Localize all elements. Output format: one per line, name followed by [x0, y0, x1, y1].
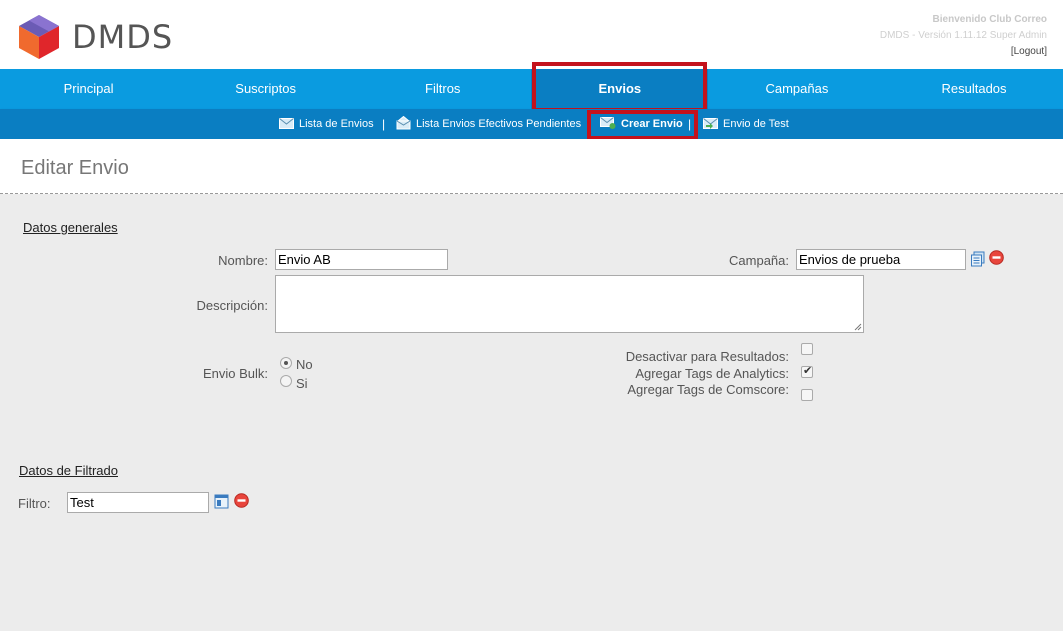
nav-campanas[interactable]: Campañas [708, 69, 885, 109]
tags-comscore-label: Agregar Tags de Comscore: [627, 382, 789, 397]
envelope-icon [279, 117, 294, 129]
remove-filtro-icon[interactable] [234, 493, 249, 508]
main-nav: Principal Suscriptos Filtros Envios Camp… [0, 69, 1063, 109]
descripcion-textarea[interactable] [275, 275, 864, 333]
logout-link[interactable]: [Logout] [880, 44, 1047, 60]
nav-envios[interactable]: Envios [531, 69, 709, 109]
new-envelope-icon [600, 117, 616, 130]
subnav-lista-pendientes-label: Lista Envios Efectivos Pendientes [416, 118, 582, 130]
subnav-envio-test[interactable]: Envio de Test [703, 109, 789, 139]
nav-suscriptos[interactable]: Suscriptos [177, 69, 354, 109]
bulk-si-label: Si [296, 376, 308, 391]
subnav-separator: | [382, 117, 386, 131]
nav-principal[interactable]: Principal [0, 69, 177, 109]
subnav-lista-envios-label: Lista de Envios [299, 118, 374, 130]
tags-analytics-checkbox[interactable] [801, 364, 813, 378]
welcome-text: Bienvenido Club Correo [932, 14, 1047, 25]
datos-generales-title: Datos generales [23, 220, 118, 235]
subnav-lista-envios[interactable]: Lista de Envios [279, 109, 374, 139]
nav-filtros[interactable]: Filtros [354, 69, 531, 109]
tags-analytics-label: Agregar Tags de Analytics: [635, 366, 789, 381]
subnav-envio-test-label: Envio de Test [723, 118, 789, 130]
select-filtro-icon[interactable] [214, 494, 229, 509]
subnav-crear-envio[interactable]: Crear Envio [600, 109, 683, 139]
desactivar-resultados-label: Desactivar para Resultados: [625, 349, 789, 364]
version-text: DMDS - Versión 1.11.12 Super Admin [879, 30, 1047, 41]
filtro-label: Filtro: [18, 496, 51, 511]
select-campana-icon[interactable] [970, 251, 986, 267]
subnav-crear-envio-label: Crear Envio [621, 118, 683, 130]
nav-resultados[interactable]: Resultados [885, 69, 1062, 109]
datos-filtrado-title: Datos de Filtrado [19, 463, 118, 478]
inbox-icon [396, 116, 411, 130]
bulk-si-radio[interactable] [280, 375, 292, 387]
header: DMDS Bienvenido Club Correo DMDS - Versi… [0, 0, 1063, 69]
nombre-input[interactable] [275, 249, 448, 270]
descripcion-label: Descripción: [196, 298, 268, 313]
user-info: Bienvenido Club Correo DMDS - Versión 1.… [880, 12, 1047, 60]
campana-label: Campaña: [729, 253, 789, 268]
dmds-logo-icon [19, 15, 59, 59]
title-bar: Editar Envio [0, 139, 1063, 194]
envio-bulk-label: Envio Bulk: [202, 366, 268, 381]
tags-comscore-checkbox[interactable] [801, 389, 813, 401]
sub-nav: Lista de Envios | Lista Envios Efectivos… [0, 109, 1063, 139]
desactivar-resultados-checkbox[interactable] [801, 343, 813, 355]
subnav-separator: | [688, 117, 692, 131]
bulk-no-radio[interactable] [280, 357, 292, 369]
page-title: Editar Envio [21, 157, 129, 179]
bulk-no-label: No [296, 357, 313, 372]
subnav-lista-pendientes[interactable]: Lista Envios Efectivos Pendientes [396, 109, 581, 139]
resize-grip-icon[interactable] [854, 323, 862, 331]
remove-campana-icon[interactable] [989, 250, 1004, 265]
nombre-label: Nombre: [218, 253, 268, 268]
test-envelope-icon [703, 117, 718, 129]
logo-text: DMDS [72, 18, 174, 56]
filtro-input[interactable] [67, 492, 209, 513]
campana-input[interactable] [796, 249, 966, 270]
